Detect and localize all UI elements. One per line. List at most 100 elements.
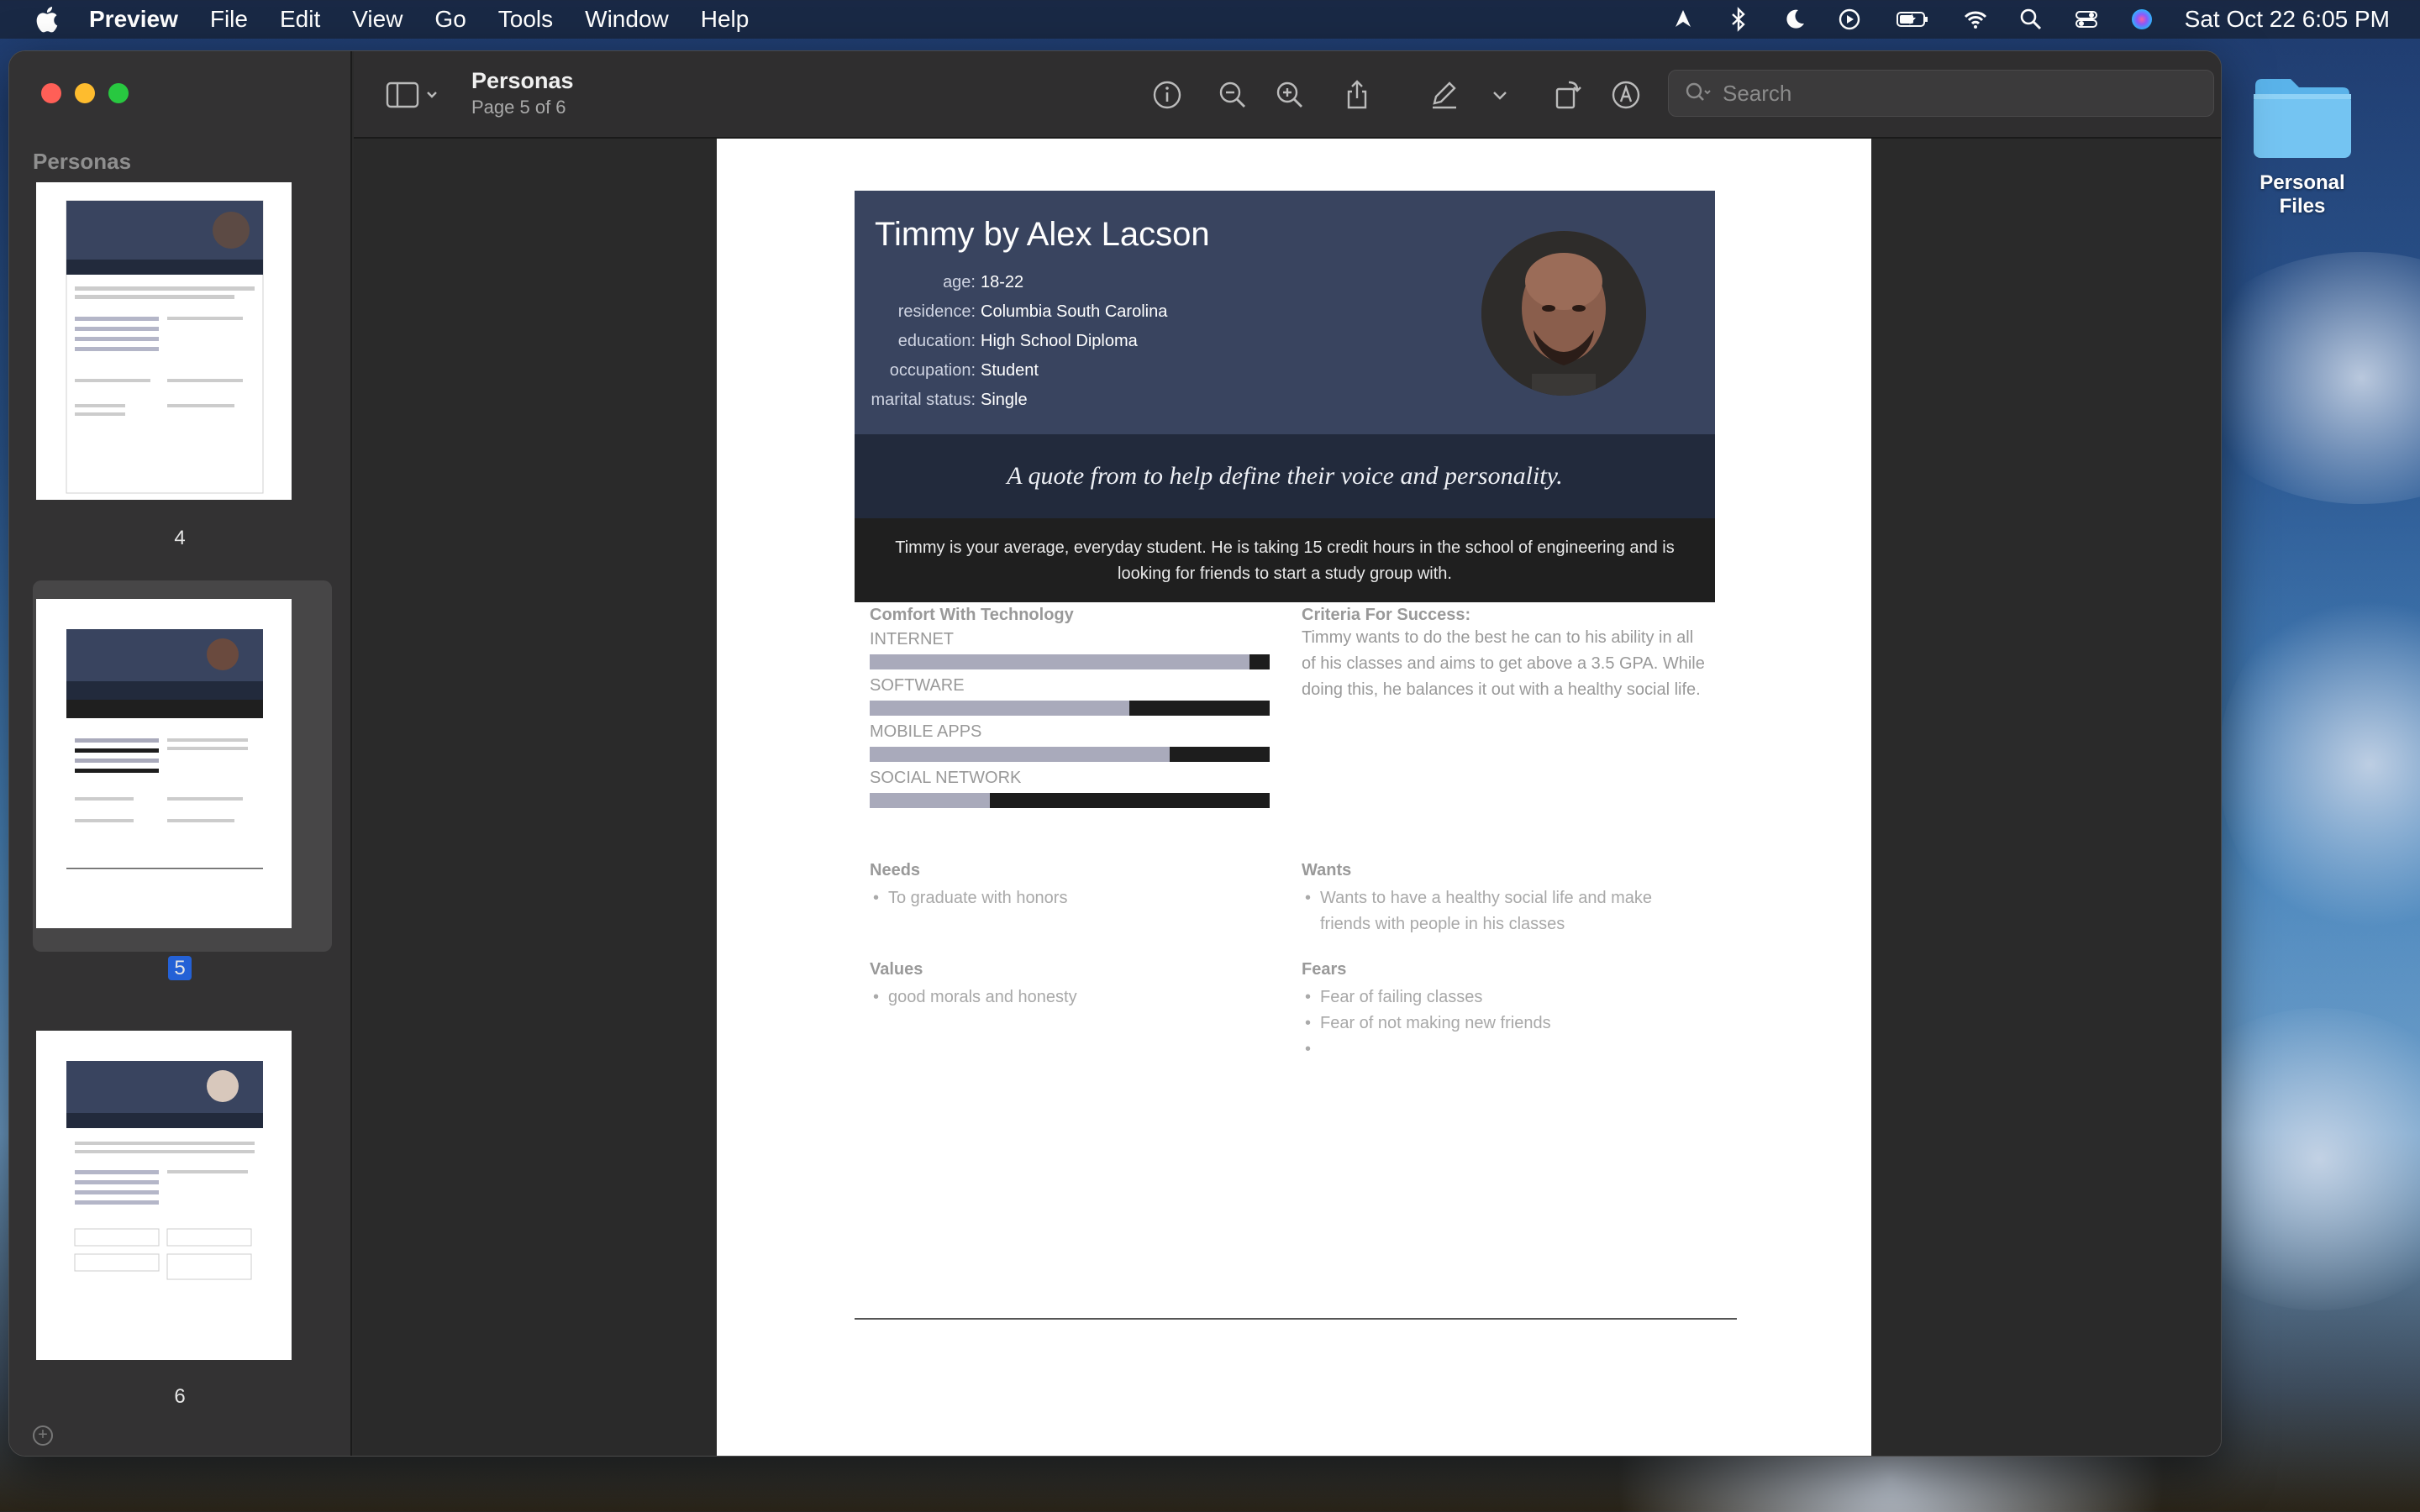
fact-value: 18-22	[981, 273, 1024, 291]
fact-row: marital status: Single	[855, 386, 1167, 415]
list-item: good morals and honesty	[870, 984, 1273, 1011]
menu-help[interactable]: Help	[701, 6, 750, 33]
toolbar: Personas Page 5 of 6	[354, 51, 2221, 139]
fact-value: High School Diploma	[981, 332, 1138, 350]
page-number-4: 4	[174, 527, 186, 549]
sidebar-toggle-button[interactable]	[384, 78, 446, 112]
zoom-out-icon[interactable]	[1216, 78, 1249, 112]
persona-quote: A quote from to help define their voice …	[1007, 462, 1563, 490]
fact-row: age: 18-22	[855, 268, 1167, 297]
comfort-label: SOFTWARE	[870, 676, 965, 695]
fears-section: Fears Fear of failing classes Fear of no…	[1302, 960, 1705, 1063]
list-item: Fear of failing classes	[1302, 984, 1705, 1011]
wants-title: Wants	[1302, 861, 1352, 879]
airdrop-icon[interactable]	[1670, 7, 1696, 32]
fact-label: marital status:	[871, 391, 976, 409]
comfort-bar-fill	[870, 747, 1170, 762]
needs-section: Needs To graduate with honors	[870, 861, 1273, 911]
control-center-icon[interactable]	[2074, 7, 2099, 32]
menu-edit[interactable]: Edit	[280, 6, 320, 33]
focus-moon-icon[interactable]	[1781, 7, 1807, 32]
wants-section: Wants Wants to have a healthy social lif…	[1302, 861, 1705, 937]
document-canvas[interactable]: Timmy by Alex Lacson age: 18-22 residence…	[354, 139, 2221, 1456]
fact-row: education: High School Diploma	[855, 327, 1167, 356]
persona-avatar-photo	[1481, 231, 1646, 396]
zoom-button[interactable]	[108, 83, 129, 103]
comfort-section: Comfort With Technology INTERNET SOFTWARE…	[870, 606, 1273, 808]
window-controls	[41, 83, 129, 103]
menu-view[interactable]: View	[352, 6, 402, 33]
search-input[interactable]	[1723, 79, 2193, 108]
add-page-button[interactable]: +	[33, 1425, 53, 1446]
desktop-cloud	[2218, 588, 2420, 941]
bluetooth-icon[interactable]	[1726, 7, 1751, 32]
desktop-folder-personal-files[interactable]: Personal Files	[2235, 74, 2370, 218]
wants-list: Wants to have a healthy social life and …	[1302, 885, 1705, 937]
comfort-label: SOCIAL NETWORK	[870, 769, 1022, 787]
persona-facts: age: 18-22 residence: Columbia South Carol…	[855, 268, 1168, 415]
markup-dropdown-chevron-icon[interactable]	[1490, 78, 1510, 112]
values-section: Values good morals and honesty	[870, 960, 1273, 1011]
fact-row: occupation: Student	[855, 356, 1167, 386]
page-divider-line	[855, 1318, 1737, 1320]
battery-icon[interactable]	[1892, 7, 1933, 32]
comfort-bar	[870, 747, 1270, 762]
fact-value: Single	[981, 391, 1028, 409]
close-button[interactable]	[41, 83, 61, 103]
fact-label: education:	[897, 332, 976, 350]
menu-window[interactable]: Window	[585, 6, 669, 33]
menu-clock[interactable]: Sat Oct 22 6:05 PM	[2185, 6, 2390, 33]
markup-pen-icon[interactable]	[1428, 78, 1461, 112]
annotate-icon[interactable]	[1609, 78, 1643, 112]
wifi-icon[interactable]	[1963, 7, 1988, 32]
page-number-5: 5	[9, 956, 350, 980]
menu-bar-extras: Sat Oct 22 6:05 PM	[1670, 0, 2390, 39]
page-thumbnail-6[interactable]	[36, 1031, 292, 1360]
preview-window: Personas 4 5 6 + Personas Page 5 of 6 Se…	[8, 50, 2222, 1457]
list-item: To graduate with honors	[870, 885, 1273, 911]
comfort-label: INTERNET	[870, 630, 954, 648]
apple-menu-icon[interactable]	[34, 5, 59, 34]
persona-name: Timmy by Alex Lacson	[875, 216, 1210, 253]
document-title: Personas	[471, 68, 574, 93]
zoom-in-icon[interactable]	[1273, 78, 1307, 112]
menu-tools[interactable]: Tools	[498, 6, 553, 33]
info-icon[interactable]	[1150, 78, 1184, 112]
search-field[interactable]	[1668, 70, 2214, 117]
comfort-bar	[870, 654, 1270, 669]
folder-icon	[2250, 74, 2354, 161]
page-thumbnail-4[interactable]	[36, 182, 292, 500]
menu-app-name[interactable]: Preview	[89, 6, 178, 33]
pdf-page: Timmy by Alex Lacson age: 18-22 residence…	[717, 139, 1871, 1456]
comfort-bar	[870, 793, 1270, 808]
minimize-button[interactable]	[75, 83, 95, 103]
comfort-bar-fill	[870, 793, 990, 808]
values-title: Values	[870, 960, 923, 979]
comfort-title: Comfort With Technology	[870, 606, 1074, 624]
desktop-folder-label: Personal Files	[2260, 171, 2345, 218]
share-icon[interactable]	[1340, 78, 1374, 112]
rotate-icon[interactable]	[1550, 78, 1584, 112]
fact-label: occupation:	[889, 361, 976, 380]
spotlight-search-icon[interactable]	[2018, 7, 2044, 32]
screen-recording-icon[interactable]	[1837, 7, 1862, 32]
siri-icon[interactable]	[2129, 7, 2154, 32]
comfort-bar	[870, 701, 1270, 716]
persona-description: Timmy is your average, everyday student.…	[855, 518, 1715, 602]
menu-go[interactable]: Go	[434, 6, 466, 33]
persona-card: Timmy by Alex Lacson age: 18-22 residence…	[855, 191, 1715, 602]
sidebar-title: Personas	[33, 149, 132, 174]
success-title: Criteria For Success:	[1302, 606, 1471, 624]
fact-value: Columbia South Carolina	[981, 302, 1168, 321]
success-text: Timmy wants to do the best he can to his…	[1302, 628, 1705, 699]
fact-row: residence: Columbia South Carolina	[855, 297, 1168, 327]
page-thumbnail-5[interactable]	[36, 599, 292, 928]
menu-file[interactable]: File	[210, 6, 248, 33]
search-icon	[1686, 82, 1711, 101]
page-indicator: Page 5 of 6	[471, 97, 566, 118]
success-section: Criteria For Success: Timmy wants to do …	[1302, 606, 1705, 703]
list-item: Fear of not making new friends	[1302, 1011, 1705, 1037]
comfort-list: INTERNET SOFTWARE MOBILE APPS SOCIAL NETWOR…	[870, 630, 1273, 808]
fact-label: age:	[943, 273, 976, 291]
fears-list: Fear of failing classes Fear of not maki…	[1302, 984, 1705, 1063]
